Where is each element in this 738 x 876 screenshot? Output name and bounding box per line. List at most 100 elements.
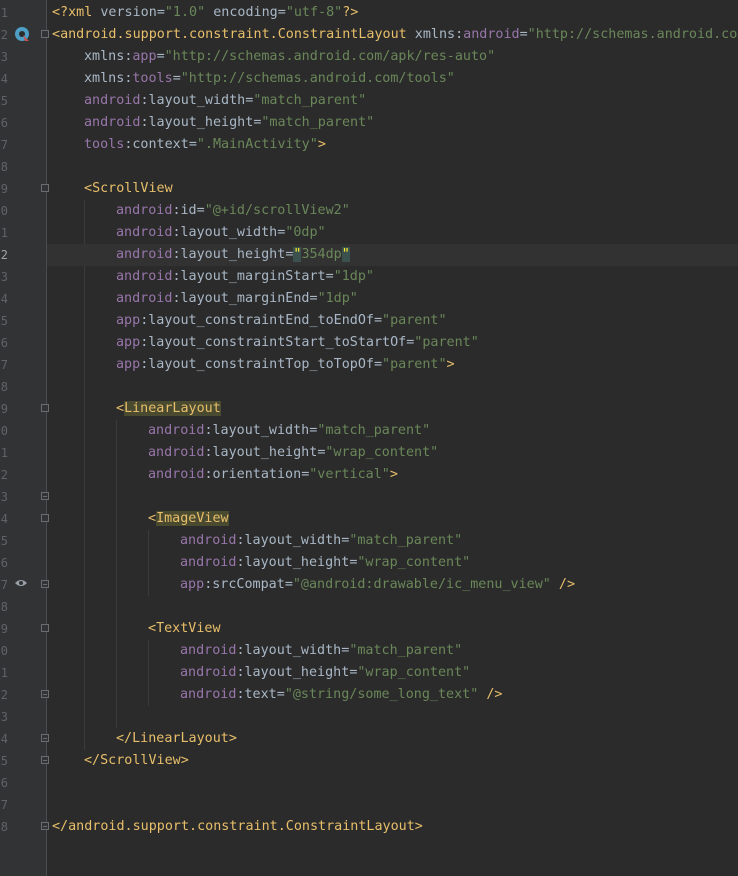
code-line[interactable]: android:layout_width="match_parent" [52,530,738,552]
code-line[interactable]: xmlns:app="http://schemas.android.com/ap… [52,46,738,68]
attr-name: layout_height [212,445,318,460]
code-line[interactable]: android:layout_width="match_parent" [52,90,738,112]
code-line[interactable]: android:layout_width="0dp" [52,222,738,244]
attr-value: "1dp" [333,269,374,284]
line-number: 0 [0,424,8,438]
equals: = [373,357,383,372]
tag-name-highlighted: LinearLayout [124,401,221,416]
attr-name: srcCompat [212,577,285,592]
line-number: 9 [0,622,8,636]
line-number: 4 [0,292,8,306]
tag-name: TextView [156,621,221,636]
attr-namespace: android [180,665,237,680]
colon: : [172,203,181,218]
attr-namespace: android [180,687,237,702]
attr-name: layout_constraintStart_toStartOf [148,335,407,350]
code-line[interactable]: android:layout_height="match_parent" [52,112,738,134]
code-line[interactable]: </ScrollView> [52,750,738,772]
tag-self-close: /> [550,577,576,592]
code-line[interactable]: xmlns:tools="http://schemas.android.com/… [52,68,738,90]
code-line[interactable]: android:orientation="vertical"> [52,464,738,486]
code-line[interactable]: <LinearLayout [52,398,738,420]
colon: : [140,93,149,108]
attr-namespace: android [116,203,173,218]
code-line[interactable]: android:layout_width="match_parent" [52,640,738,662]
tag-open: </ [84,753,101,768]
attr-value: 354dp [301,247,342,262]
line-number: 7 [0,798,8,812]
equals: = [325,269,334,284]
line-number: 2 [0,688,8,702]
code-line[interactable]: app:layout_constraintStart_toStartOf="pa… [52,332,738,354]
code-line[interactable]: app:layout_constraintEnd_toEndOf="parent… [52,310,738,332]
colon: : [172,269,181,284]
line-number: 1 [0,6,8,20]
code-line[interactable]: android:text="@string/some_long_text" /> [52,684,738,706]
code-line[interactable]: app:srcCompat="@android:drawable/ic_menu… [52,574,738,596]
fold-marker[interactable] [41,184,49,192]
attr-value: "utf-8" [285,5,343,20]
code-line[interactable]: app:layout_constraintTop_toTopOf="parent… [52,354,738,376]
line-number: 3 [0,490,8,504]
attr-value: "@string/some_long_text" [284,687,479,702]
colon: : [172,291,181,306]
code-line-current[interactable]: android:layout_height="354dp" [47,244,738,266]
code-line[interactable]: <ImageView [52,508,738,530]
colon: : [172,225,181,240]
code-editor[interactable]: 1 2 3 4 5 6 7 8 9 0 1 2 3 4 5 6 7 8 9 0 … [0,0,738,876]
code-line[interactable]: android:layout_width="match_parent" [52,420,738,442]
code-line[interactable]: <ScrollView [52,178,738,200]
colon: : [236,643,245,658]
colon: : [204,445,213,460]
code-line[interactable]: android:id="@+id/scrollView2" [52,200,738,222]
tag-self-close: /> [478,687,503,702]
attr-namespace: android [116,269,173,284]
code-line[interactable]: <TextView [52,618,738,640]
code-line[interactable]: android:layout_height="wrap_content" [52,442,738,464]
attr-namespace: android [84,115,141,130]
fold-end-marker[interactable] [41,580,49,588]
code-line[interactable]: tools:context=".MainActivity"> [52,134,738,156]
line-number: 0 [0,644,8,658]
code-line[interactable]: <?xml version="1.0" encoding="utf-8"?> [52,2,738,24]
line-number: 6 [0,776,8,790]
fold-marker[interactable] [41,30,49,38]
fold-marker[interactable] [41,404,49,412]
line-number: 6 [0,556,8,570]
line-number: 8 [0,600,8,614]
fold-end-marker[interactable] [41,690,49,698]
attr-value: "parent" [382,357,447,372]
xml-decl-name: xml [68,5,93,20]
attr-namespace: app [116,357,141,372]
layout-preview-icon[interactable] [14,26,30,42]
code-line[interactable]: android:layout_height="wrap_content" [52,552,738,574]
attr-name: android [463,27,520,42]
fold-marker[interactable] [41,624,49,632]
attr-name: orientation [212,467,302,482]
attr-name: layout_height [244,665,350,680]
fold-marker[interactable] [41,514,49,522]
preview-eye-icon[interactable] [14,578,28,588]
fold-end-marker[interactable] [41,756,49,764]
fold-end-marker[interactable] [41,492,49,500]
tag-close: > [228,731,237,746]
xml-decl-close: ?> [342,5,359,20]
attr-value: "@+id/scrollView2" [204,203,350,218]
code-line[interactable]: android:layout_height="wrap_content" [52,662,738,684]
line-number: 1 [0,226,8,240]
attr-value: "wrap_content" [325,445,439,460]
equals: = [373,313,383,328]
code-line[interactable]: android:layout_marginEnd="1dp" [52,288,738,310]
equals: = [519,27,528,42]
code-line[interactable]: <android.support.constraint.ConstraintLa… [52,24,738,46]
attr-name: layout_width [244,643,342,658]
code-line[interactable]: android:layout_marginStart="1dp" [52,266,738,288]
line-number: 1 [0,666,8,680]
fold-end-marker[interactable] [41,734,49,742]
attr-name: layout_height [244,555,350,570]
attr-value: "@android:drawable/ic_menu_view" [292,577,551,592]
attr-namespace: android [148,467,205,482]
code-line[interactable]: </LinearLayout> [52,728,738,750]
code-line[interactable]: </android.support.constraint.ConstraintL… [52,816,738,838]
fold-end-marker[interactable] [41,822,49,830]
